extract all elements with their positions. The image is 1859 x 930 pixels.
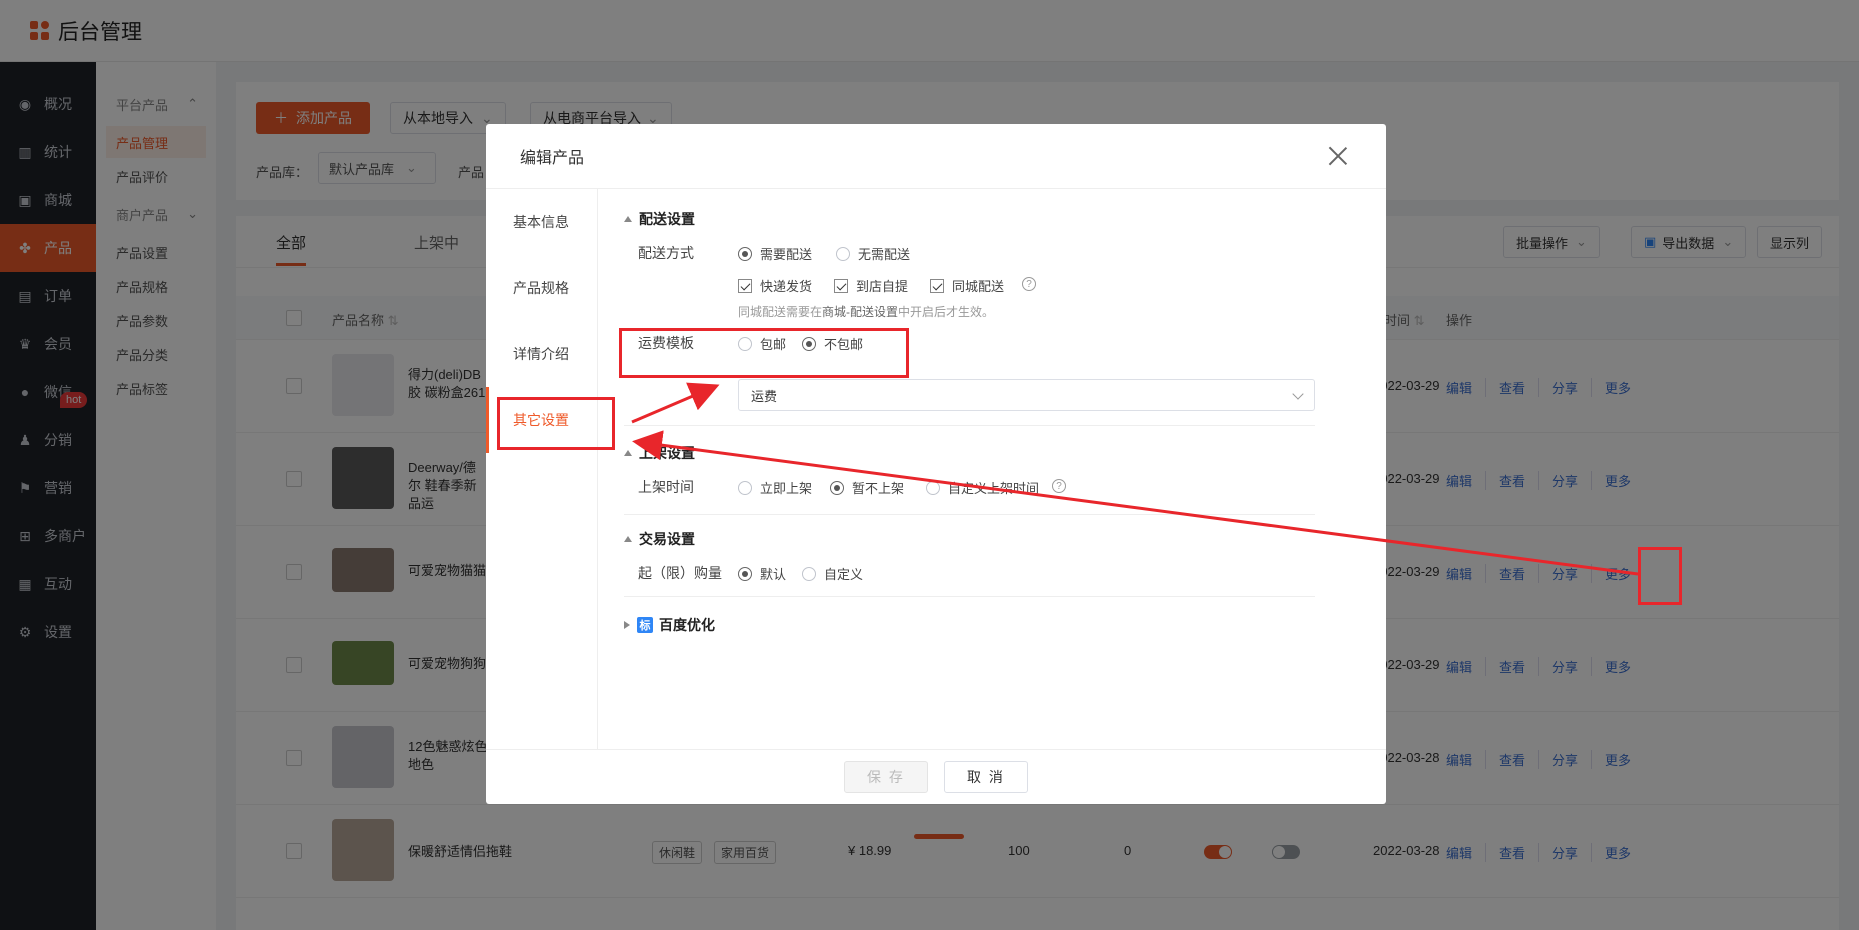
collapse-triangle-icon [624,216,632,222]
help-icon[interactable]: ? [1022,277,1036,291]
checkbox-local-delivery[interactable]: 同城配送 [930,276,1004,295]
delivery-method-label: 配送方式 [638,245,694,261]
radio-limit-custom[interactable]: 自定义 [802,564,863,583]
dialog-header: 编辑产品 [486,124,1386,189]
cancel-button[interactable]: 取 消 [944,761,1028,793]
purchase-limit-label: 起（限）购量 [638,565,722,581]
save-button[interactable]: 保 存 [844,761,928,793]
edit-product-dialog: 编辑产品 基本信息 产品规格 详情介绍 其它设置 配送设置 配送方式 需要配送 … [486,124,1386,804]
dialog-nav: 基本信息 产品规格 详情介绍 其它设置 [486,189,598,749]
local-delivery-hint: 同城配送需要在商城-配送设置中开启后才生效。 [738,305,995,319]
delivery-settings-link[interactable]: 商城-配送设置 [822,305,898,319]
radio-shelf-custom[interactable]: 自定义上架时间 [926,478,1039,497]
dialog-nav-detail[interactable]: 详情介绍 [486,321,597,387]
radio-no-delivery[interactable]: 无需配送 [836,244,910,263]
fee-template-select[interactable]: 运费 [738,379,1315,411]
section-baidu-seo[interactable]: 标百度优化 [624,615,715,635]
annotation-box-other-settings [497,397,615,450]
shelf-time-label: 上架时间 [638,479,694,495]
collapse-triangle-icon [624,536,632,542]
section-shelf[interactable]: 上架设置 [624,443,695,463]
expand-triangle-icon [624,621,630,629]
dialog-title: 编辑产品 [520,150,585,167]
section-divider [624,425,1315,426]
radio-shelf-now[interactable]: 立即上架 [738,478,812,497]
checkbox-pickup[interactable]: 到店自提 [834,276,908,295]
close-icon[interactable] [1328,146,1348,166]
collapse-triangle-icon [624,450,632,456]
section-delivery[interactable]: 配送设置 [624,209,695,229]
annotation-box-fee-template [619,328,909,378]
dialog-nav-basic-info[interactable]: 基本信息 [486,189,597,255]
radio-limit-default[interactable]: 默认 [738,564,786,583]
dialog-body: 配送设置 配送方式 需要配送 无需配送 快递发货 到店自提 同城配送 ? 同城配… [598,189,1386,749]
dialog-nav-spec[interactable]: 产品规格 [486,255,597,321]
radio-shelf-later[interactable]: 暂不上架 [830,478,904,497]
radio-need-delivery[interactable]: 需要配送 [738,244,812,263]
dialog-footer: 保 存 取 消 [486,749,1386,804]
baidu-badge-icon: 标 [637,617,653,633]
annotation-box-edit-link [1638,547,1682,605]
checkbox-express[interactable]: 快递发货 [738,276,812,295]
help-icon[interactable]: ? [1052,479,1066,493]
section-divider [624,596,1315,597]
section-trade[interactable]: 交易设置 [624,529,695,549]
chevron-down-icon [1292,388,1304,400]
section-divider [624,514,1315,515]
